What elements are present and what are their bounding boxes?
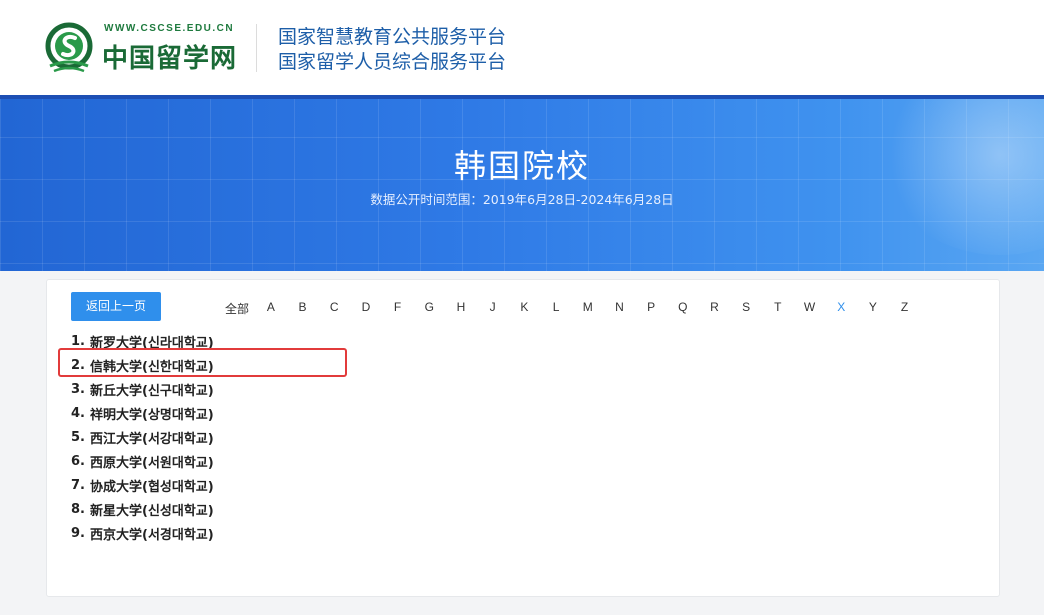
list-item[interactable]: 7. 协成大学(협성대학교) [71,473,214,497]
site-header: WWW.CSCSE.EDU.CN 中国留学网 国家智慧教育公共服务平台 国家留学… [0,0,1044,95]
list-item[interactable]: 3. 新丘大学(신구대학교) [71,377,214,401]
highlight-box [58,348,347,377]
letter-filter-all[interactable]: 全部 [223,300,251,316]
letter-filter-b[interactable]: B [287,300,319,316]
logo-url-text: WWW.CSCSE.EDU.CN [104,23,235,34]
list-item-number: 1. [71,333,85,349]
list-item-number: 3. [71,381,85,397]
letter-filter-g[interactable]: G [413,300,445,316]
school-name: 祥明大学(상명대학교) [90,407,214,423]
school-name: 协成大学(협성대학교) [90,479,214,495]
list-item[interactable]: 6. 西原大学(서원대학교) [71,449,214,473]
letter-filter-bar: 全部 A B C D F G H J K L M N P Q R S T W X… [223,300,920,316]
letter-filter-m[interactable]: M [572,300,604,316]
list-item-number: 9. [71,525,85,541]
letter-filter-y[interactable]: Y [857,300,889,316]
list-item-number: 5. [71,429,85,445]
platform-line-2: 国家留学人员综合服务平台 [278,51,507,73]
letter-filter-a[interactable]: A [255,300,287,316]
list-item-number: 4. [71,405,85,421]
school-name: 西原大学(서원대학교) [90,455,214,471]
list-item[interactable]: 5. 西江大学(서강대학교) [71,425,214,449]
banner-top-line [0,95,1044,99]
school-name: 西京大学(서경대학교) [90,527,214,543]
list-item-number: 8. [71,501,85,517]
cscse-logo-icon [45,22,93,73]
list-item[interactable]: 8. 新星大学(신성대학교) [71,497,214,521]
letter-filter-q[interactable]: Q [667,300,699,316]
letter-filter-j[interactable]: J [477,300,509,316]
page-title: 韩国院校 [453,147,590,185]
list-item[interactable]: 9. 西京大学(서경대학교) [71,521,214,545]
letter-filter-h[interactable]: H [445,300,477,316]
letter-filter-z[interactable]: Z [889,300,921,316]
letter-filter-p[interactable]: P [635,300,667,316]
letter-filter-c[interactable]: C [318,300,350,316]
list-item-number: 7. [71,477,85,493]
letter-filter-n[interactable]: N [604,300,636,316]
letter-filter-d[interactable]: D [350,300,382,316]
school-list-card: 返回上一页 全部 A B C D F G H J K L M N P Q R S… [46,279,1000,597]
list-item-number: 6. [71,453,85,469]
letter-filter-l[interactable]: L [540,300,572,316]
letter-filter-s[interactable]: S [730,300,762,316]
page-banner: 韩国院校 数据公开时间范围：2019年6月28日-2024年6月28日 [0,95,1044,271]
data-period-text: 数据公开时间范围：2019年6月28日-2024年6月28日 [370,192,674,207]
site-logo[interactable]: WWW.CSCSE.EDU.CN 中国留学网 [44,20,244,80]
school-name: 新星大学(신성대학교) [90,503,214,519]
letter-filter-f[interactable]: F [382,300,414,316]
logo-name-text: 中国留学网 [102,44,238,74]
letter-filter-w[interactable]: W [794,300,826,316]
school-name: 西江大学(서강대학교) [90,431,214,447]
back-button[interactable]: 返回上一页 [71,292,161,321]
letter-filter-t[interactable]: T [762,300,794,316]
platform-names: 国家智慧教育公共服务平台 国家留学人员综合服务平台 [278,25,506,75]
letter-filter-k[interactable]: K [509,300,541,316]
list-item[interactable]: 4. 祥明大学(상명대학교) [71,401,214,425]
header-divider [256,24,257,72]
platform-line-1: 国家智慧教育公共服务平台 [278,26,507,48]
school-name: 新丘大学(신구대학교) [90,383,214,399]
letter-filter-x[interactable]: X [825,300,857,316]
letter-filter-r[interactable]: R [699,300,731,316]
